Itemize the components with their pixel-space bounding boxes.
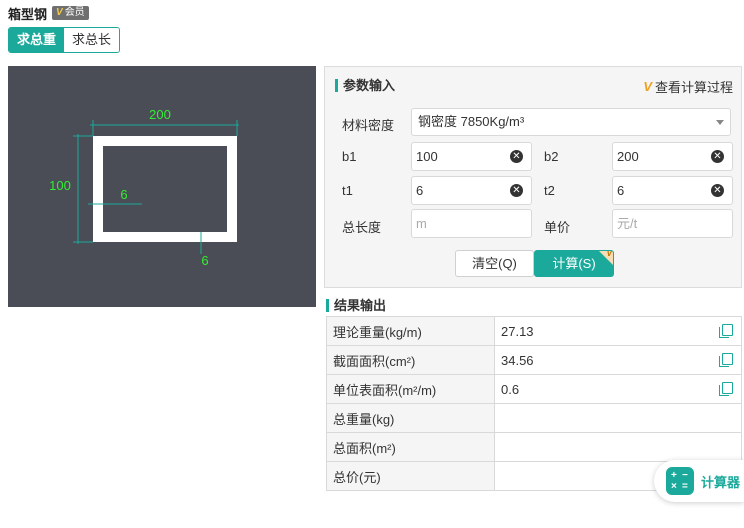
length-label: 总长度 [342, 220, 382, 235]
box-section-diagram: 200 100 6 6 [8, 66, 316, 307]
b2-input-value: 200 [617, 149, 639, 164]
length-input-placeholder: m [416, 216, 427, 231]
b1-input-value: 100 [416, 149, 438, 164]
box-section-drawing: 200 100 6 6 [49, 107, 239, 268]
result-value [494, 403, 742, 433]
table-row: 理论重量(kg/m) 27.13 [326, 316, 742, 346]
result-name: 理论重量(kg/m) [326, 316, 495, 346]
floating-calculator-label: 计算器 [701, 474, 741, 490]
dim-bottom-label: 6 [201, 253, 208, 268]
clear-icon[interactable]: ✕ [510, 150, 523, 163]
result-value-cell: 27.13 [494, 316, 742, 346]
result-name: 总重量(kg) [326, 403, 495, 433]
vip-badge[interactable]: V 会员 [52, 6, 89, 20]
b2-input[interactable]: 200 ✕ [612, 142, 733, 171]
t1-label: t1 [342, 183, 353, 198]
b2-label: b2 [544, 149, 559, 164]
vip-icon: V [56, 7, 63, 18]
vip-icon: V [606, 250, 612, 258]
copy-icon[interactable] [719, 353, 733, 367]
result-name: 总价(元) [326, 461, 495, 491]
clear-icon[interactable]: ✕ [510, 184, 523, 197]
param-section-title: 参数输入 [335, 79, 395, 92]
result-value: 27.13 [501, 323, 534, 339]
price-label: 单价 [544, 220, 571, 235]
b1-label: b1 [342, 149, 357, 164]
dim-top-label: 200 [149, 107, 171, 122]
result-name: 单位表面积(m²/m) [326, 374, 495, 404]
clear-icon[interactable]: ✕ [711, 150, 724, 163]
t1-input-value: 6 [416, 183, 424, 198]
copy-icon[interactable] [719, 382, 733, 396]
result-name: 总面积(m²) [326, 432, 495, 462]
vip-badge-label: 会员 [64, 7, 85, 18]
result-section-title: 结果输出 [326, 299, 386, 312]
result-value-cell: 0.6 [494, 374, 742, 404]
density-select[interactable]: 钢密度 7850Kg/m³ [411, 108, 731, 136]
table-row: 单位表面积(m²/m) 0.6 [326, 374, 742, 404]
result-value [494, 432, 742, 462]
vip-icon: V [643, 79, 652, 94]
t2-input-value: 6 [617, 183, 625, 198]
density-select-value: 钢密度 7850Kg/m³ [418, 114, 525, 129]
result-value: 34.56 [501, 352, 534, 368]
table-row: 截面面积(cm²) 34.56 [326, 345, 742, 375]
page-title: 箱型钢 [8, 6, 48, 22]
clear-icon[interactable]: ✕ [711, 184, 724, 197]
result-name: 截面面积(cm²) [326, 345, 495, 375]
price-input[interactable]: 元/t [612, 209, 733, 238]
chevron-down-icon [716, 120, 724, 125]
b1-input[interactable]: 100 ✕ [411, 142, 532, 171]
calculate-button-label: 计算(S) [552, 256, 596, 271]
mode-tabs: 求总重 求总长 [8, 27, 121, 53]
clear-button[interactable]: 清空(Q) [455, 250, 534, 277]
dim-left-label: 100 [49, 178, 71, 193]
t2-label: t2 [544, 183, 555, 198]
tab-total-length[interactable]: 求总长 [64, 28, 120, 52]
floating-calculator-button[interactable]: + − × = 计算器 [654, 460, 744, 502]
t2-input[interactable]: 6 ✕ [612, 176, 733, 205]
t1-input[interactable]: 6 ✕ [411, 176, 532, 205]
table-row: 总面积(m²) [326, 432, 742, 462]
result-value: 0.6 [501, 381, 520, 397]
result-value-cell: 34.56 [494, 345, 742, 375]
copy-icon[interactable] [719, 324, 733, 338]
view-calc-process-label: 查看计算过程 [654, 80, 733, 95]
length-input[interactable]: m [411, 209, 532, 238]
tab-total-weight[interactable]: 求总重 [9, 28, 65, 52]
page-header: 箱型钢 V 会员 [8, 4, 89, 22]
param-input-panel: 参数输入 V 查看计算过程 材料密度 钢密度 7850Kg/m³ b1 100 … [324, 66, 742, 288]
table-row: 总重量(kg) [326, 403, 742, 433]
view-calc-process-link[interactable]: V 查看计算过程 [643, 77, 733, 96]
calculator-icon: + − × = [666, 467, 694, 495]
price-input-placeholder: 元/t [617, 216, 638, 231]
dim-inner-label: 6 [120, 187, 127, 202]
density-label: 材料密度 [342, 118, 395, 133]
calculate-button[interactable]: 计算(S) V [534, 250, 614, 277]
